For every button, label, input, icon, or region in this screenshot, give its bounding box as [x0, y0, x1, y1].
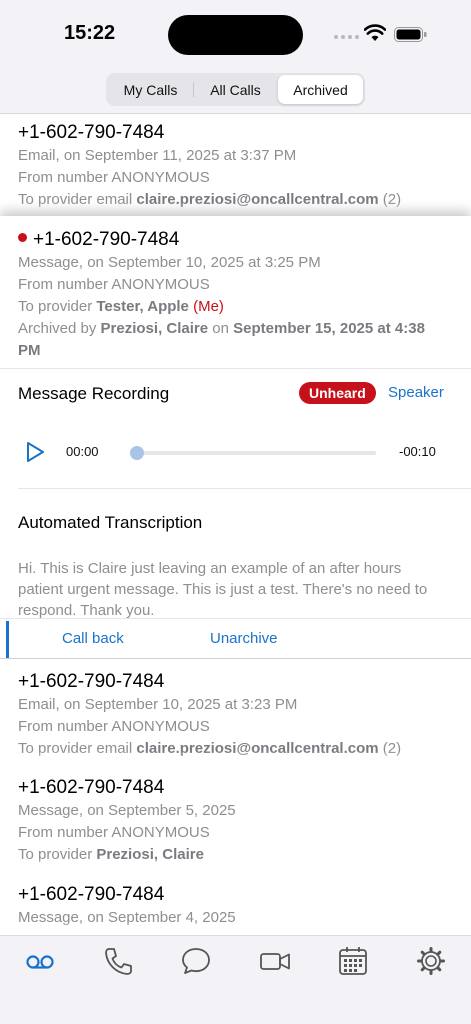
call-detail: Message, on September 10, 2025 at 3:25 P…: [18, 254, 321, 271]
call-to: To provider Tester, Apple (Me): [18, 298, 224, 315]
tab-messages[interactable]: [179, 945, 213, 977]
unread-dot-icon: [18, 233, 27, 242]
divider: [18, 488, 471, 489]
elapsed-time: 00:00: [66, 444, 99, 459]
video-icon: [260, 953, 290, 970]
wifi-icon: [364, 24, 386, 41]
segment-archived[interactable]: Archived: [278, 75, 363, 104]
list-item[interactable]: +1-602-790-7484 Email, on September 10, …: [0, 658, 471, 765]
call-detail: Email, on September 10, 2025 at 3:23 PM: [18, 696, 298, 713]
list-item-header[interactable]: +1-602-790-7484 Message, on September 10…: [0, 216, 471, 369]
tab-voicemail[interactable]: [23, 945, 57, 977]
focus-indicator: [6, 621, 9, 661]
archived-call-list[interactable]: +1-602-790-7484 Email, on September 11, …: [0, 113, 471, 935]
call-from: From number ANONYMOUS: [18, 276, 210, 293]
call-from: From number ANONYMOUS: [18, 169, 210, 186]
call-back-button[interactable]: Call back: [62, 630, 124, 647]
caller-phone-number: +1-602-790-7484: [18, 122, 165, 143]
unheard-badge: Unheard: [299, 382, 376, 404]
transcription-title: Automated Transcription: [18, 513, 203, 532]
segment-all-calls[interactable]: All Calls: [193, 75, 278, 104]
settings-icon: [417, 947, 445, 975]
calls-filter-segmented-control: My Calls All Calls Archived: [106, 73, 365, 106]
call-detail: Email, on September 11, 2025 at 3:37 PM: [18, 147, 297, 164]
playback-track[interactable]: [134, 451, 376, 455]
segment-my-calls[interactable]: My Calls: [108, 75, 193, 104]
caller-phone-number: +1-602-790-7484: [18, 228, 471, 252]
status-bar: 15:22: [0, 0, 471, 70]
phone-icon: [105, 948, 132, 975]
tab-settings[interactable]: [414, 945, 448, 977]
dynamic-island: [168, 15, 303, 55]
remaining-time: -00:10: [399, 444, 436, 459]
battery-icon: [394, 27, 427, 42]
recording-title: Message Recording: [18, 384, 170, 403]
list-item[interactable]: +1-602-790-7484 Message, on September 5,…: [0, 765, 471, 872]
archived-by: Archived by Preziosi, Claire on Septembe…: [18, 320, 425, 359]
speaker-button[interactable]: Speaker: [388, 384, 444, 401]
call-detail: Message, on September 5, 2025: [18, 802, 236, 819]
playback-slider-handle[interactable]: [130, 446, 144, 460]
caller-phone-number: +1-602-790-7484: [18, 777, 165, 798]
call-from: From number ANONYMOUS: [18, 718, 210, 735]
tab-bar: [0, 935, 471, 1024]
audio-player: 00:00 -00:10: [18, 436, 448, 466]
message-recording-row: Message Recording Unheard Speaker: [18, 379, 453, 409]
tab-calls[interactable]: [101, 945, 135, 977]
caller-phone-number: +1-602-790-7484: [18, 884, 165, 905]
calendar-icon: [339, 947, 367, 975]
tab-schedule[interactable]: [336, 945, 370, 977]
status-time: 15:22: [64, 22, 116, 44]
caller-phone-number: +1-602-790-7484: [18, 671, 165, 692]
cellular-signal-icon: [334, 35, 359, 39]
call-actions: Call back Unarchive: [0, 618, 471, 661]
list-item[interactable]: +1-602-790-7484 Message, on September 4,…: [0, 872, 471, 935]
unarchive-button[interactable]: Unarchive: [210, 630, 278, 647]
transcription-text: Hi. This is Claire just leaving an examp…: [18, 560, 428, 619]
list-item[interactable]: +1-602-790-7484 Email, on September 11, …: [0, 114, 471, 216]
tab-video[interactable]: [258, 945, 292, 977]
chat-icon: [182, 948, 210, 974]
play-icon[interactable]: [24, 441, 46, 463]
voicemail-icon: [26, 955, 54, 969]
call-from: From number ANONYMOUS: [18, 824, 210, 841]
expanded-call-item: +1-602-790-7484 Message, on September 10…: [0, 216, 471, 661]
